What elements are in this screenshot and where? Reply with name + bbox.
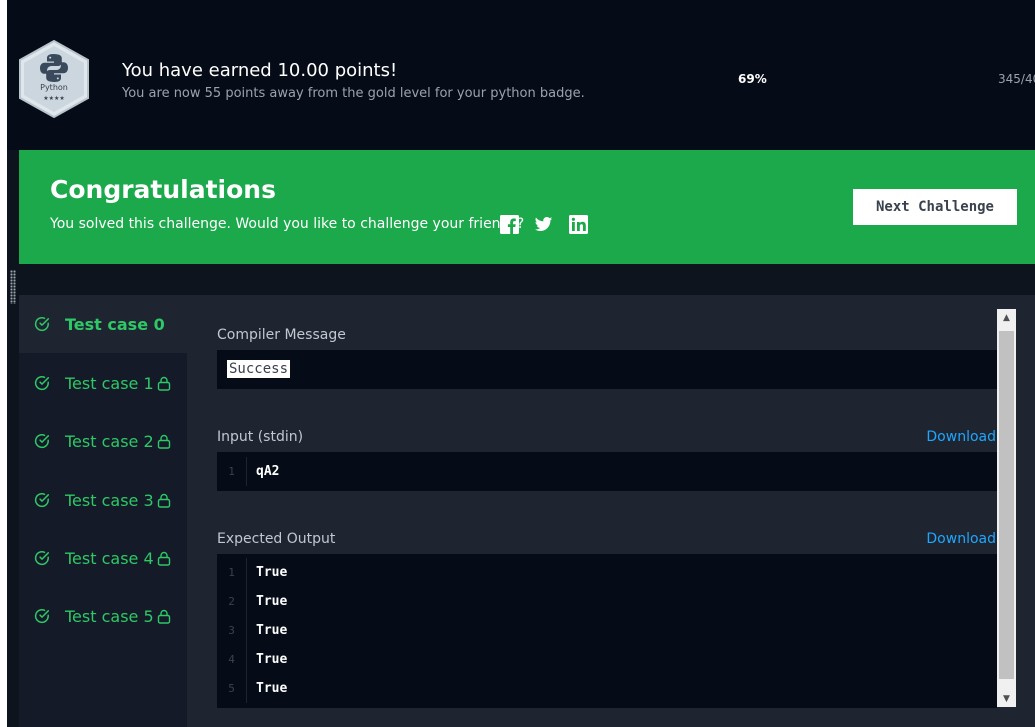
test-case-label: Test case 2 [65, 431, 154, 451]
test-case-label: Test case 4 [65, 548, 154, 568]
output-line-text: True [256, 652, 288, 667]
test-case-tab-3[interactable]: Test case 3 [19, 471, 187, 529]
results-scrollbar[interactable]: ▲ ▼ [997, 309, 1016, 707]
input-box: 1 qA2 [217, 452, 997, 491]
line-number: 2 [217, 587, 247, 616]
line-number: 4 [217, 645, 247, 674]
lock-icon [157, 434, 171, 449]
test-case-tab-4[interactable]: Test case 4 [19, 529, 187, 587]
points-earned-title: You have earned 10.00 points! [122, 60, 398, 81]
test-results-panel: Test case 0 Test case 1 Test case 2 Test… [19, 295, 1035, 727]
scroll-up-arrow-icon[interactable]: ▲ [997, 309, 1016, 326]
test-case-tab-2[interactable]: Test case 2 [19, 412, 187, 470]
scroll-down-arrow-icon[interactable]: ▼ [997, 690, 1016, 707]
compiler-message-text: Success [227, 360, 291, 378]
twitter-icon[interactable] [534, 215, 553, 234]
check-circle-icon [34, 493, 50, 508]
check-circle-icon [34, 609, 50, 624]
test-case-label: Test case 3 [65, 490, 154, 510]
lock-icon [157, 376, 171, 391]
test-case-tab-1[interactable]: Test case 1 [19, 354, 187, 412]
check-circle-icon [34, 317, 50, 332]
output-line: 3 True [217, 616, 997, 645]
linkedin-icon[interactable] [569, 215, 588, 234]
progress-percent: 69% [738, 72, 767, 86]
input-download-link[interactable]: Download [926, 429, 996, 445]
expected-output-label: Expected Output [217, 531, 336, 547]
banner-title: Congratulations [50, 175, 276, 204]
test-case-tab-0[interactable]: Test case 0 [19, 295, 187, 353]
progress-count: 345/40 [998, 72, 1035, 86]
points-header: Python ★★★★ You have earned 10.00 points… [7, 0, 1035, 150]
points-away-text: You are now 55 points away from the gold… [122, 86, 585, 101]
test-case-label: Test case 5 [65, 606, 154, 626]
lock-icon [157, 551, 171, 566]
compiler-message-label: Compiler Message [217, 327, 346, 343]
resize-grip[interactable] [10, 270, 16, 304]
test-case-label: Test case 1 [65, 373, 154, 393]
check-circle-icon [34, 551, 50, 566]
input-line-text: qA2 [256, 464, 280, 479]
output-line-text: True [256, 623, 288, 638]
scrollbar-thumb[interactable] [999, 331, 1014, 679]
output-line-text: True [256, 681, 288, 696]
check-circle-icon [34, 376, 50, 391]
test-case-label: Test case 0 [65, 314, 165, 334]
next-challenge-button[interactable]: Next Challenge [853, 189, 1017, 225]
output-line: 1 True [217, 558, 997, 587]
badge-stars: ★★★★ [43, 95, 65, 102]
test-case-list: Test case 0 Test case 1 Test case 2 Test… [19, 295, 187, 727]
test-case-tab-5[interactable]: Test case 5 [19, 587, 187, 645]
output-line-text: True [256, 594, 288, 609]
congratulations-banner: Congratulations You solved this challeng… [19, 150, 1035, 264]
facebook-icon[interactable] [500, 215, 519, 234]
compiler-message-box: Success [217, 350, 997, 389]
input-line: 1 qA2 [217, 457, 997, 486]
input-label: Input (stdin) [217, 429, 304, 445]
lock-icon [157, 609, 171, 624]
banner-subtitle: You solved this challenge. Would you lik… [50, 216, 525, 232]
expected-download-link[interactable]: Download [926, 531, 996, 547]
output-line: 5 True [217, 674, 997, 703]
badge-name: Python [40, 83, 68, 92]
output-line-text: True [256, 565, 288, 580]
line-number: 1 [217, 558, 247, 587]
python-badge: Python ★★★★ [18, 39, 90, 119]
output-line: 4 True [217, 645, 997, 674]
check-circle-icon [34, 434, 50, 449]
lock-icon [157, 493, 171, 508]
line-number: 3 [217, 616, 247, 645]
output-line: 2 True [217, 587, 997, 616]
line-number: 1 [217, 457, 247, 486]
expected-output-box: 1 True 2 True 3 True 4 True 5 True [217, 554, 997, 708]
line-number: 5 [217, 674, 247, 703]
window-left-edge [0, 0, 7, 727]
